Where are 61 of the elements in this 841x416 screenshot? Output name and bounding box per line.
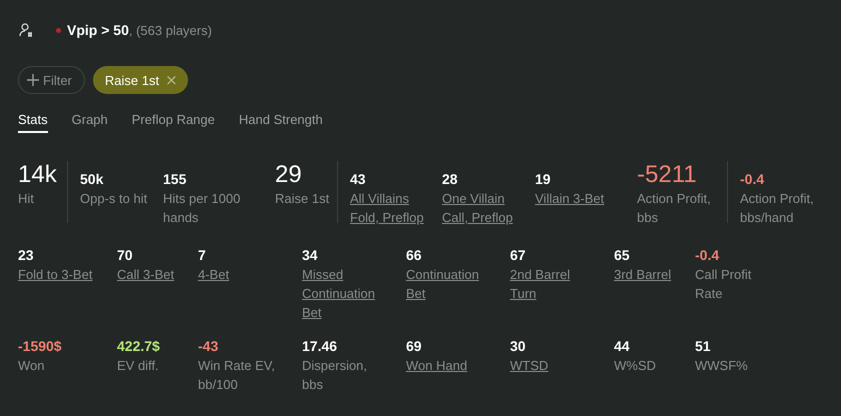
stat-label: Hits per 1000 hands	[163, 190, 242, 227]
stat-label: Raise 1st	[275, 190, 330, 208]
stat-value: 67	[510, 246, 526, 265]
stat-value: 69	[406, 337, 422, 356]
plus-icon	[27, 74, 39, 86]
stat-value: 17.46	[302, 337, 338, 356]
stat-label: Action Profit, bbs/hand	[740, 190, 815, 227]
stat-label: W%SD	[614, 357, 656, 375]
stat-link[interactable]: Call 3-Bet	[117, 265, 174, 284]
stat-value: 19	[535, 170, 551, 189]
stat-value: -0.4	[695, 246, 720, 265]
stat-value: 66	[406, 246, 422, 265]
stat-label: Call Profit Rate	[695, 266, 752, 303]
add-filter-button[interactable]: Filter	[18, 66, 85, 94]
stat-value: 70	[117, 246, 133, 265]
stat-link[interactable]: One Villain Call, Preflop	[442, 189, 527, 227]
stat-link[interactable]: Continuation Bet	[406, 265, 486, 303]
stat-value: 65	[614, 246, 630, 265]
stat-value: 34	[302, 246, 318, 265]
stat-value: 51	[695, 337, 711, 356]
stat-value: -1590$	[18, 337, 62, 356]
stat-value: 14k	[18, 161, 57, 189]
stat-link[interactable]: 2nd Barrel Turn	[510, 265, 590, 303]
stat-value: 23	[18, 246, 34, 265]
stat-label: Action Profit, bbs	[637, 190, 712, 227]
stat-value: -0.4	[740, 170, 764, 189]
stat-label: Hit	[18, 190, 34, 208]
tab[interactable]: Preflop Range	[132, 112, 215, 133]
stat-link[interactable]: All Villains Fold, Preflop	[350, 189, 435, 227]
stat-link[interactable]: Villain 3-Bet	[535, 189, 604, 208]
stat-value: 50k	[80, 170, 104, 189]
tab[interactable]: Stats	[18, 112, 48, 133]
stat-value: -43	[198, 337, 218, 356]
stat-value: -5211	[637, 161, 697, 189]
stat-link[interactable]: 4-Bet	[198, 265, 230, 284]
stat-value: 155	[163, 170, 186, 189]
stat-value: 7	[198, 246, 206, 265]
stat-value: 30	[510, 337, 526, 356]
stat-label: Won	[18, 357, 44, 375]
stat-label: Dispersion, bbs	[302, 357, 368, 394]
tab[interactable]: Hand Strength	[238, 112, 323, 133]
stat-link[interactable]: Fold to 3-Bet	[18, 265, 92, 284]
stat-link[interactable]: WTSD	[510, 356, 548, 375]
user-settings-icon	[18, 22, 34, 38]
status-dot	[56, 28, 61, 32]
stat-link[interactable]: 3rd Barrel	[614, 265, 672, 284]
stat-label: EV diff.	[117, 357, 159, 375]
tab[interactable]: Graph	[72, 112, 108, 133]
stat-value: 44	[614, 337, 630, 356]
stat-label: Win Rate EV, bb/100	[198, 357, 276, 394]
stat-link[interactable]: Won Hand	[406, 356, 468, 375]
stat-label: Opp-s to hit	[80, 190, 148, 208]
stat-link[interactable]: Missed Continuation Bet	[302, 265, 382, 322]
filter-chip-label: Raise 1st	[104, 72, 160, 88]
player-count: , (563 players)	[128, 22, 212, 38]
stat-value: 28	[442, 170, 458, 189]
segment-title: Vpip > 50	[67, 22, 129, 38]
stat-value: 422.7$	[117, 337, 160, 356]
stat-label: WWSF%	[695, 357, 748, 375]
stat-value: 29	[275, 161, 302, 189]
stat-value: 43	[350, 170, 366, 189]
